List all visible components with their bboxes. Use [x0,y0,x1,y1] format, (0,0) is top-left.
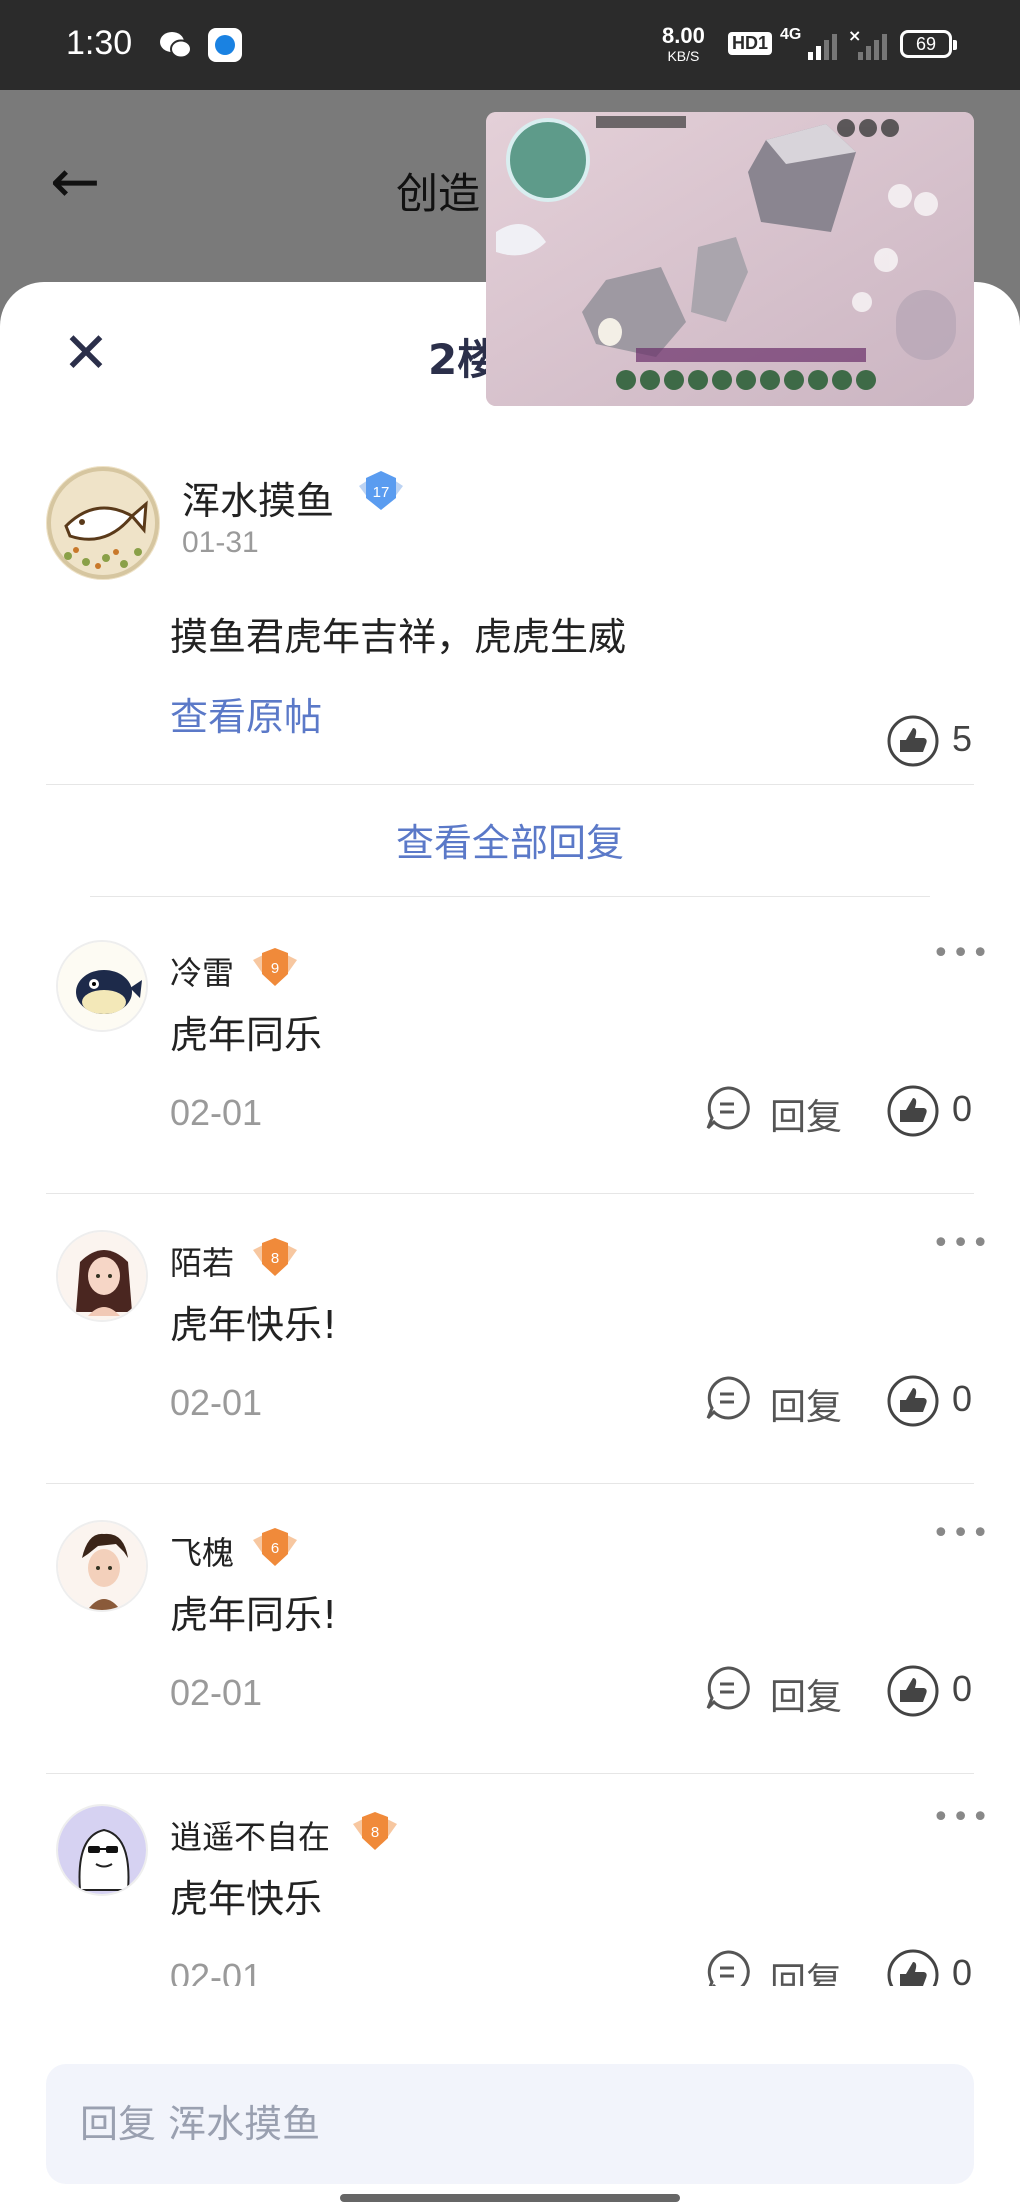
back-arrow-icon: ← [50,147,101,217]
boy-avatar-image [58,1522,146,1610]
floating-video-window[interactable] [486,112,974,406]
view-all-replies-link[interactable]: 查看全部回复 [0,812,1020,867]
status-time: 1:30 [66,24,133,62]
view-original-link[interactable]: 查看原帖 [170,686,322,741]
comment-icon[interactable] [704,1948,752,1986]
reply-date: 02-01 [170,1956,263,1986]
level-badge-icon: 9 [253,948,297,986]
reply-item: 冷雷 9 虎年同乐 02-01 ••• 回复 0 [0,904,1020,1194]
reply-like-count: 0 [952,1088,973,1129]
more-options-icon[interactable]: ••• [932,1226,991,1261]
fish-avatar-image [46,466,160,580]
signal-icon [808,30,837,60]
status-bar: 1:30 8.00 KB/S HD1 4G × 69 [0,0,1020,90]
level-badge-icon: 17 [359,471,403,510]
wechat-icon [158,28,192,62]
level-badge-icon: 6 [253,1528,297,1566]
post-like-count: 5 [952,718,973,759]
level-badge-icon: 8 [253,1238,297,1276]
reply-date: 02-01 [170,1092,263,1133]
reply-button[interactable]: 回复 [770,1668,842,1720]
level-badge: 8 [350,1808,400,1854]
post-date: 01-31 [182,526,259,559]
comment-icon[interactable] [704,1374,752,1422]
reply-date: 02-01 [170,1672,263,1713]
network-speed-unit: KB/S [667,48,700,64]
level-badge-text: 9 [271,960,279,977]
thumbs-up-icon[interactable] [886,1374,940,1428]
reply-text: 虎年快乐! [170,1303,338,1347]
level-badge: 8 [250,1234,300,1280]
comment-icon[interactable] [704,1084,752,1132]
reply-author-name[interactable]: 陌若 [170,1238,234,1284]
author-avatar[interactable] [46,466,160,580]
reply-input[interactable] [46,2064,974,2184]
level-badge-text: 8 [371,1824,379,1841]
more-options-icon[interactable]: ••• [932,1800,991,1835]
level-badge: 6 [250,1524,300,1570]
comment-icon[interactable] [704,1664,752,1712]
level-badge-icon: 8 [353,1812,397,1850]
reply-like-count: 0 [952,1668,973,1709]
network-speed-value: 8.00 [662,23,705,48]
more-options-icon[interactable]: ••• [932,1516,991,1551]
reply-avatar[interactable] [56,1230,148,1322]
author-name[interactable]: 浑水摸鱼 [182,470,334,525]
ghost-avatar-image [58,1806,146,1894]
reply-like-count: 0 [952,1952,973,1986]
reply-item: 逍遥不自在 8 虎年快乐 02-01 ••• 回复 0 [0,1774,1020,1986]
reply-list-clip: 逍遥不自在 8 虎年快乐 02-01 ••• 回复 0 [0,1774,1020,1986]
level-badge: 9 [250,944,300,990]
close-icon[interactable]: ✕ [56,326,116,386]
thumbs-up-icon[interactable] [886,714,940,768]
reply-author-name[interactable]: 冷雷 [170,948,234,994]
reply-author-name[interactable]: 逍遥不自在 [170,1812,330,1858]
reply-text: 虎年同乐 [170,1013,323,1057]
more-options-icon[interactable]: ••• [932,936,991,971]
reply-text: 虎年快乐 [170,1877,323,1921]
divider [90,896,930,897]
level-badge-text: 8 [271,1250,279,1267]
post-text: 摸鱼君虎年吉祥，虎虎生威 [170,615,627,659]
hd-badge: HD1 [728,32,773,55]
divider [46,784,974,785]
reply-input-bar [46,2064,974,2184]
reply-item: 飞槐 6 虎年同乐! 02-01 ••• 回复 0 [0,1484,1020,1774]
reply-author-name[interactable]: 飞槐 [170,1528,234,1574]
reply-button[interactable]: 回复 [770,1952,842,1986]
puffer-avatar-image [58,942,146,1030]
level-badge: 17 [356,468,406,514]
app-notification-icon [208,28,242,62]
reply-item: 陌若 8 虎年快乐! 02-01 ••• 回复 0 [0,1194,1020,1484]
level-badge-text: 6 [271,1540,279,1557]
reply-button[interactable]: 回复 [770,1378,842,1430]
network-speed: 8.00 KB/S [662,23,705,66]
background-title: 创造 [396,169,481,218]
thumbs-up-icon[interactable] [886,1664,940,1718]
reply-text: 虎年同乐! [170,1593,338,1637]
game-scene-image [486,112,974,406]
signal-2-icon [858,30,887,60]
reply-avatar[interactable] [56,940,148,1032]
reply-avatar[interactable] [56,1804,148,1896]
thumbs-up-icon[interactable] [886,1084,940,1138]
reply-date: 02-01 [170,1382,263,1423]
reply-avatar[interactable] [56,1520,148,1612]
reply-like-count: 0 [952,1378,973,1419]
home-indicator[interactable] [340,2194,680,2202]
battery-icon: 69 [900,30,957,58]
thumbs-up-icon[interactable] [886,1948,940,1986]
girl-avatar-image [58,1232,146,1320]
reply-button[interactable]: 回复 [770,1088,842,1140]
level-badge-text: 17 [373,484,390,501]
network-type: 4G [780,26,802,43]
